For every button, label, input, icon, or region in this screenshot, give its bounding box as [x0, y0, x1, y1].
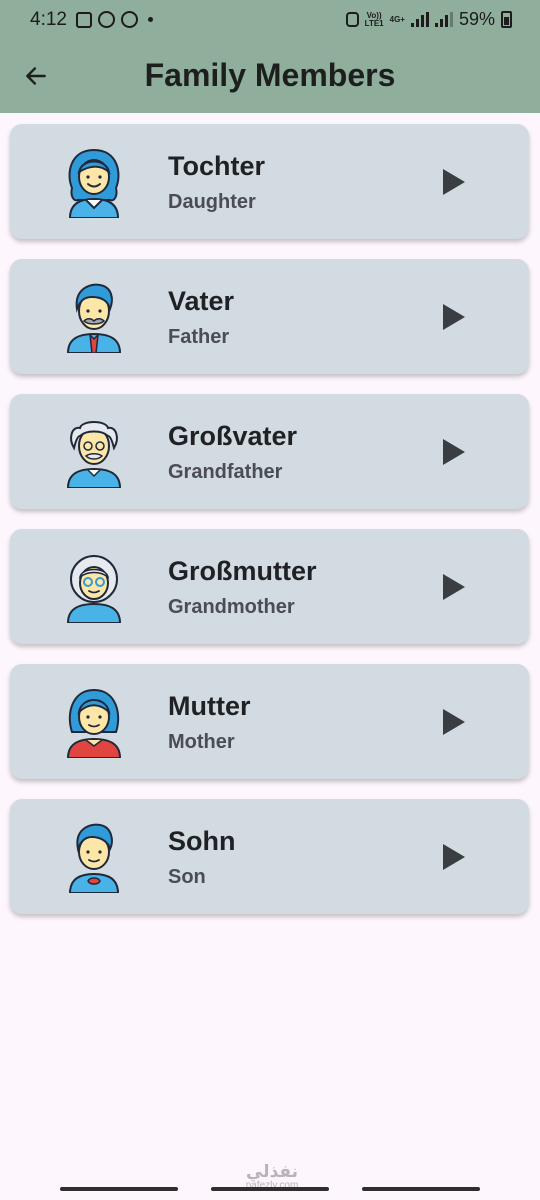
daughter-avatar-icon	[68, 148, 120, 218]
son-avatar-icon	[68, 823, 120, 893]
member-name: Sohn	[168, 826, 236, 856]
play-icon	[443, 844, 465, 870]
member-translation: Grandmother	[168, 596, 295, 618]
family-members-list: Tochter Daughter Vater Father Großvater …	[10, 124, 529, 934]
play-icon	[443, 574, 465, 600]
nav-handle[interactable]	[60, 1187, 178, 1191]
more-notifications-icon	[148, 17, 153, 22]
signal-icon	[434, 12, 453, 27]
watermark-logo: نفذلي	[245, 1162, 299, 1181]
whatsapp-icon	[121, 11, 138, 28]
volte-indicator: Vo)) LTE1	[364, 11, 384, 28]
nav-handle[interactable]	[211, 1187, 329, 1191]
system-icons: Vo)) LTE1 4G+ 59%	[345, 9, 512, 30]
member-card-mother[interactable]: Mutter Mother	[10, 664, 529, 779]
battery-icon	[501, 11, 512, 28]
signal-icon	[410, 12, 429, 27]
play-icon	[443, 304, 465, 330]
member-name: Mutter	[168, 691, 251, 721]
member-card-grandmother[interactable]: Großmutter Grandmother	[10, 529, 529, 644]
navigation-bar	[60, 1187, 480, 1192]
grandmother-avatar-icon	[66, 555, 122, 623]
play-icon	[443, 709, 465, 735]
member-name: Tochter	[168, 151, 266, 181]
member-translation: Son	[168, 866, 206, 888]
lte-label: LTE1	[364, 18, 384, 28]
play-button[interactable]	[438, 301, 470, 333]
alarm-icon	[345, 12, 359, 27]
member-card-daughter[interactable]: Tochter Daughter	[10, 124, 529, 239]
member-name: Großvater	[168, 421, 298, 451]
network-type: 4G+	[389, 14, 405, 24]
member-name: Vater	[168, 286, 235, 316]
member-translation: Mother	[168, 731, 235, 753]
nav-handle[interactable]	[362, 1187, 480, 1191]
notification-icons	[76, 11, 153, 28]
member-name: Großmutter	[168, 556, 317, 586]
member-card-grandfather[interactable]: Großvater Grandfather	[10, 394, 529, 509]
play-icon	[443, 439, 465, 465]
member-translation: Grandfather	[168, 461, 283, 483]
play-icon	[443, 169, 465, 195]
status-bar: 4:12 Vo)) LTE1 4G+ 59%	[0, 0, 540, 40]
member-translation: Daughter	[168, 191, 256, 213]
member-translation: Father	[168, 326, 230, 348]
gallery-icon	[76, 11, 92, 28]
grandfather-avatar-icon	[66, 421, 122, 488]
battery-percent: 59%	[458, 9, 495, 29]
father-avatar-icon	[66, 283, 122, 353]
play-button[interactable]	[438, 841, 470, 873]
member-card-father[interactable]: Vater Father	[10, 259, 529, 374]
status-time: 4:12	[30, 9, 67, 30]
page-title: Family Members	[144, 57, 396, 93]
whatsapp-icon	[98, 11, 115, 28]
member-card-son[interactable]: Sohn Son	[10, 799, 529, 914]
mother-avatar-icon	[66, 688, 122, 758]
play-button[interactable]	[438, 166, 470, 198]
play-button[interactable]	[438, 706, 470, 738]
play-button[interactable]	[438, 436, 470, 468]
play-button[interactable]	[438, 571, 470, 603]
app-bar: Family Members	[0, 40, 540, 113]
